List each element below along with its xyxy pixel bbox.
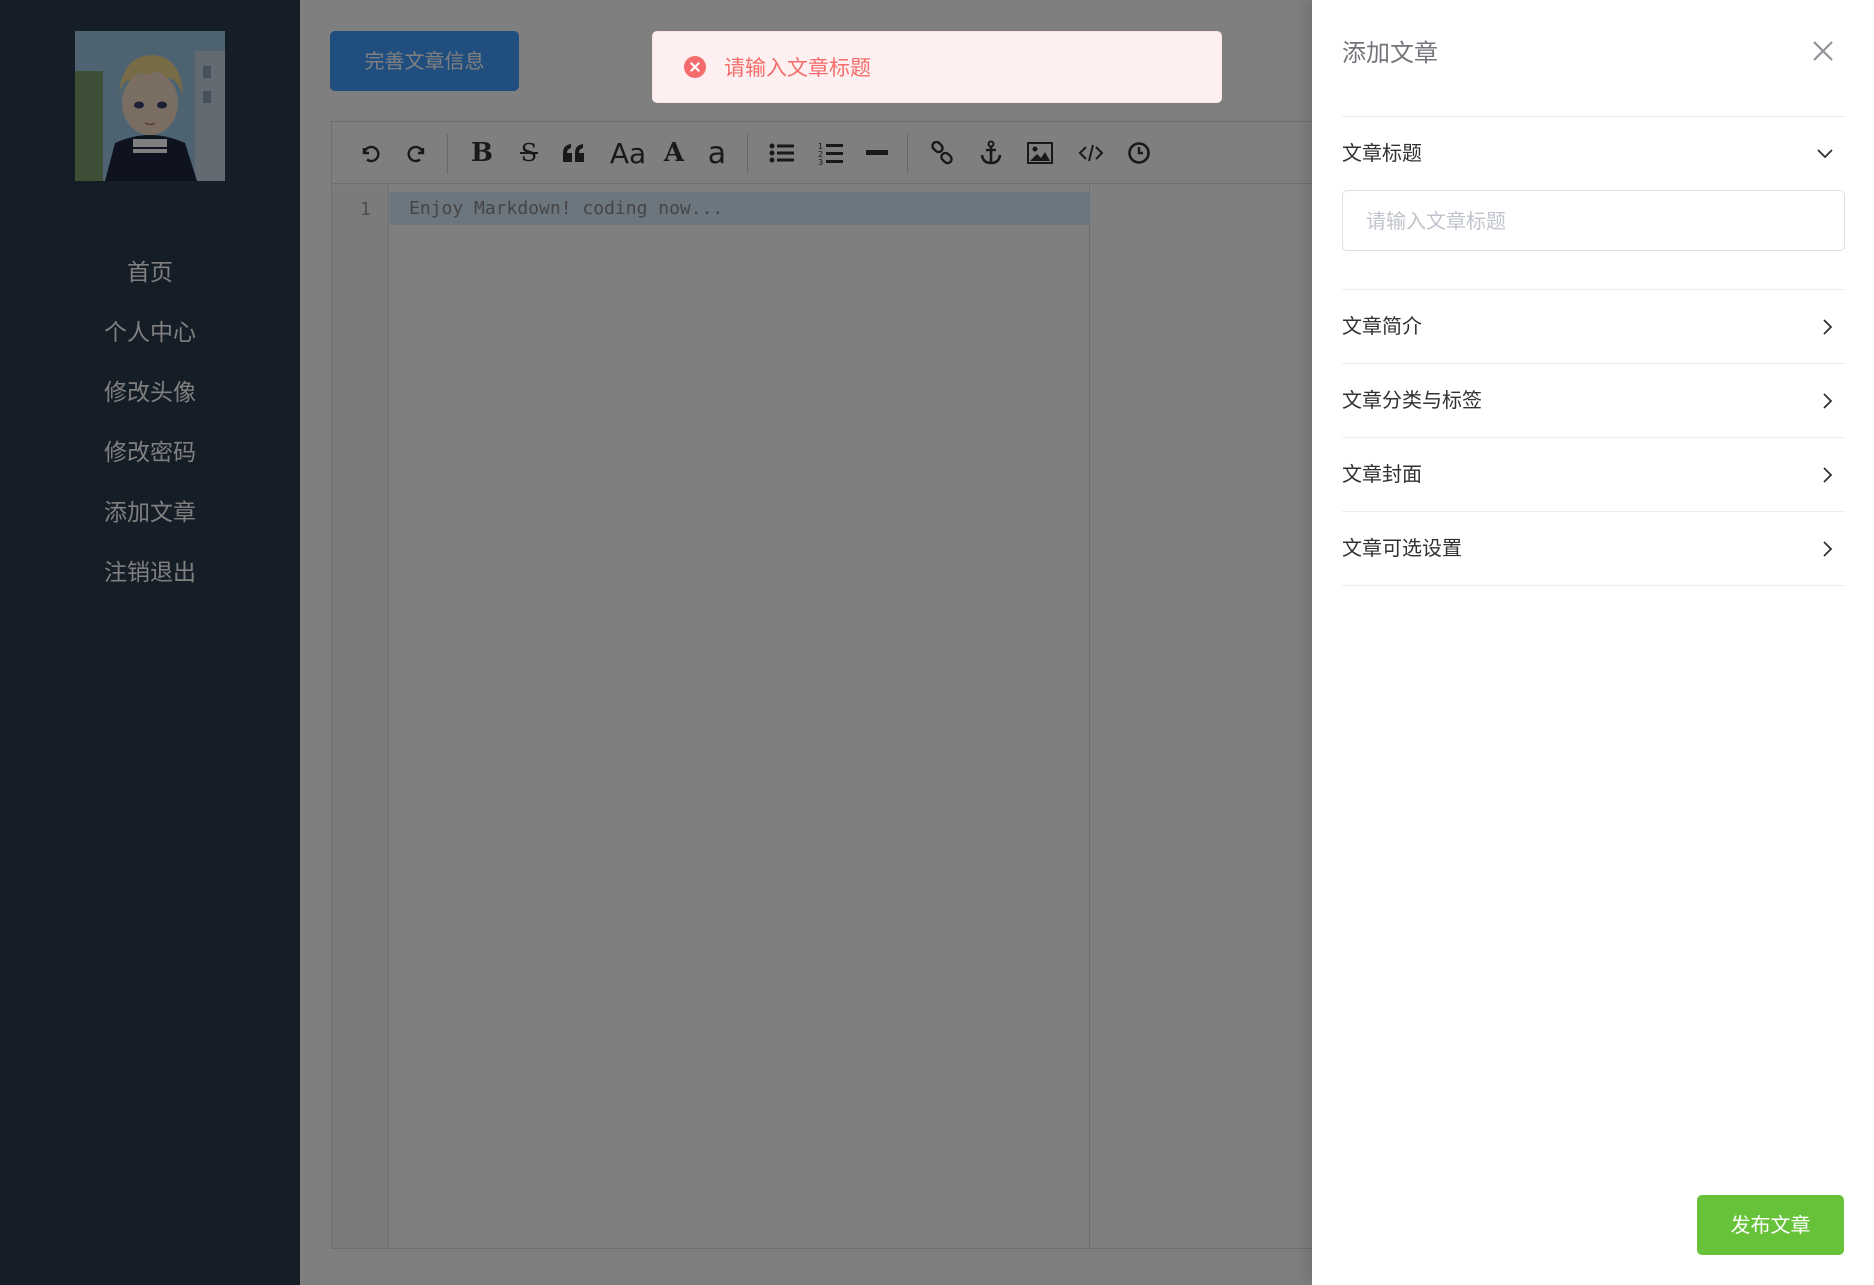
collapse-header-cover[interactable]: 文章封面 (1342, 438, 1845, 511)
chevron-right-icon (1823, 438, 1833, 511)
collapse-header-label: 文章封面 (1342, 462, 1422, 486)
collapse-header-summary[interactable]: 文章简介 (1342, 290, 1845, 363)
article-settings-collapse: 文章标题 文章简介 文章分类与标签 (1342, 116, 1845, 586)
collapse-header-label: 文章可选设置 (1342, 536, 1462, 560)
chevron-down-icon (1817, 117, 1833, 190)
publish-article-button[interactable]: 发布文章 (1697, 1195, 1844, 1255)
close-icon[interactable] (1808, 36, 1838, 66)
collapse-body-title (1342, 190, 1845, 289)
collapse-item-summary: 文章简介 (1342, 290, 1845, 364)
collapse-item-title: 文章标题 (1342, 117, 1845, 290)
toast-message: 请输入文章标题 (724, 56, 871, 80)
collapse-header-label: 文章标题 (1342, 141, 1422, 165)
collapse-header-label: 文章简介 (1342, 314, 1422, 338)
collapse-header-optional-settings[interactable]: 文章可选设置 (1342, 512, 1845, 585)
chevron-right-icon (1823, 290, 1833, 363)
collapse-item-cover: 文章封面 (1342, 438, 1845, 512)
collapse-header-title[interactable]: 文章标题 (1342, 117, 1845, 190)
error-circle-icon (684, 56, 706, 78)
drawer-title: 添加文章 (1342, 39, 1438, 67)
chevron-right-icon (1823, 364, 1833, 437)
collapse-header-category-tags[interactable]: 文章分类与标签 (1342, 364, 1845, 437)
collapse-item-optional-settings: 文章可选设置 (1342, 512, 1845, 586)
chevron-right-icon (1823, 512, 1833, 585)
collapse-header-label: 文章分类与标签 (1342, 388, 1482, 412)
add-article-drawer: 添加文章 文章标题 文章简介 文章分类与 (1312, 0, 1874, 1285)
article-title-input[interactable] (1342, 190, 1845, 251)
collapse-item-category-tags: 文章分类与标签 (1342, 364, 1845, 438)
error-message-toast: 请输入文章标题 (652, 31, 1222, 103)
